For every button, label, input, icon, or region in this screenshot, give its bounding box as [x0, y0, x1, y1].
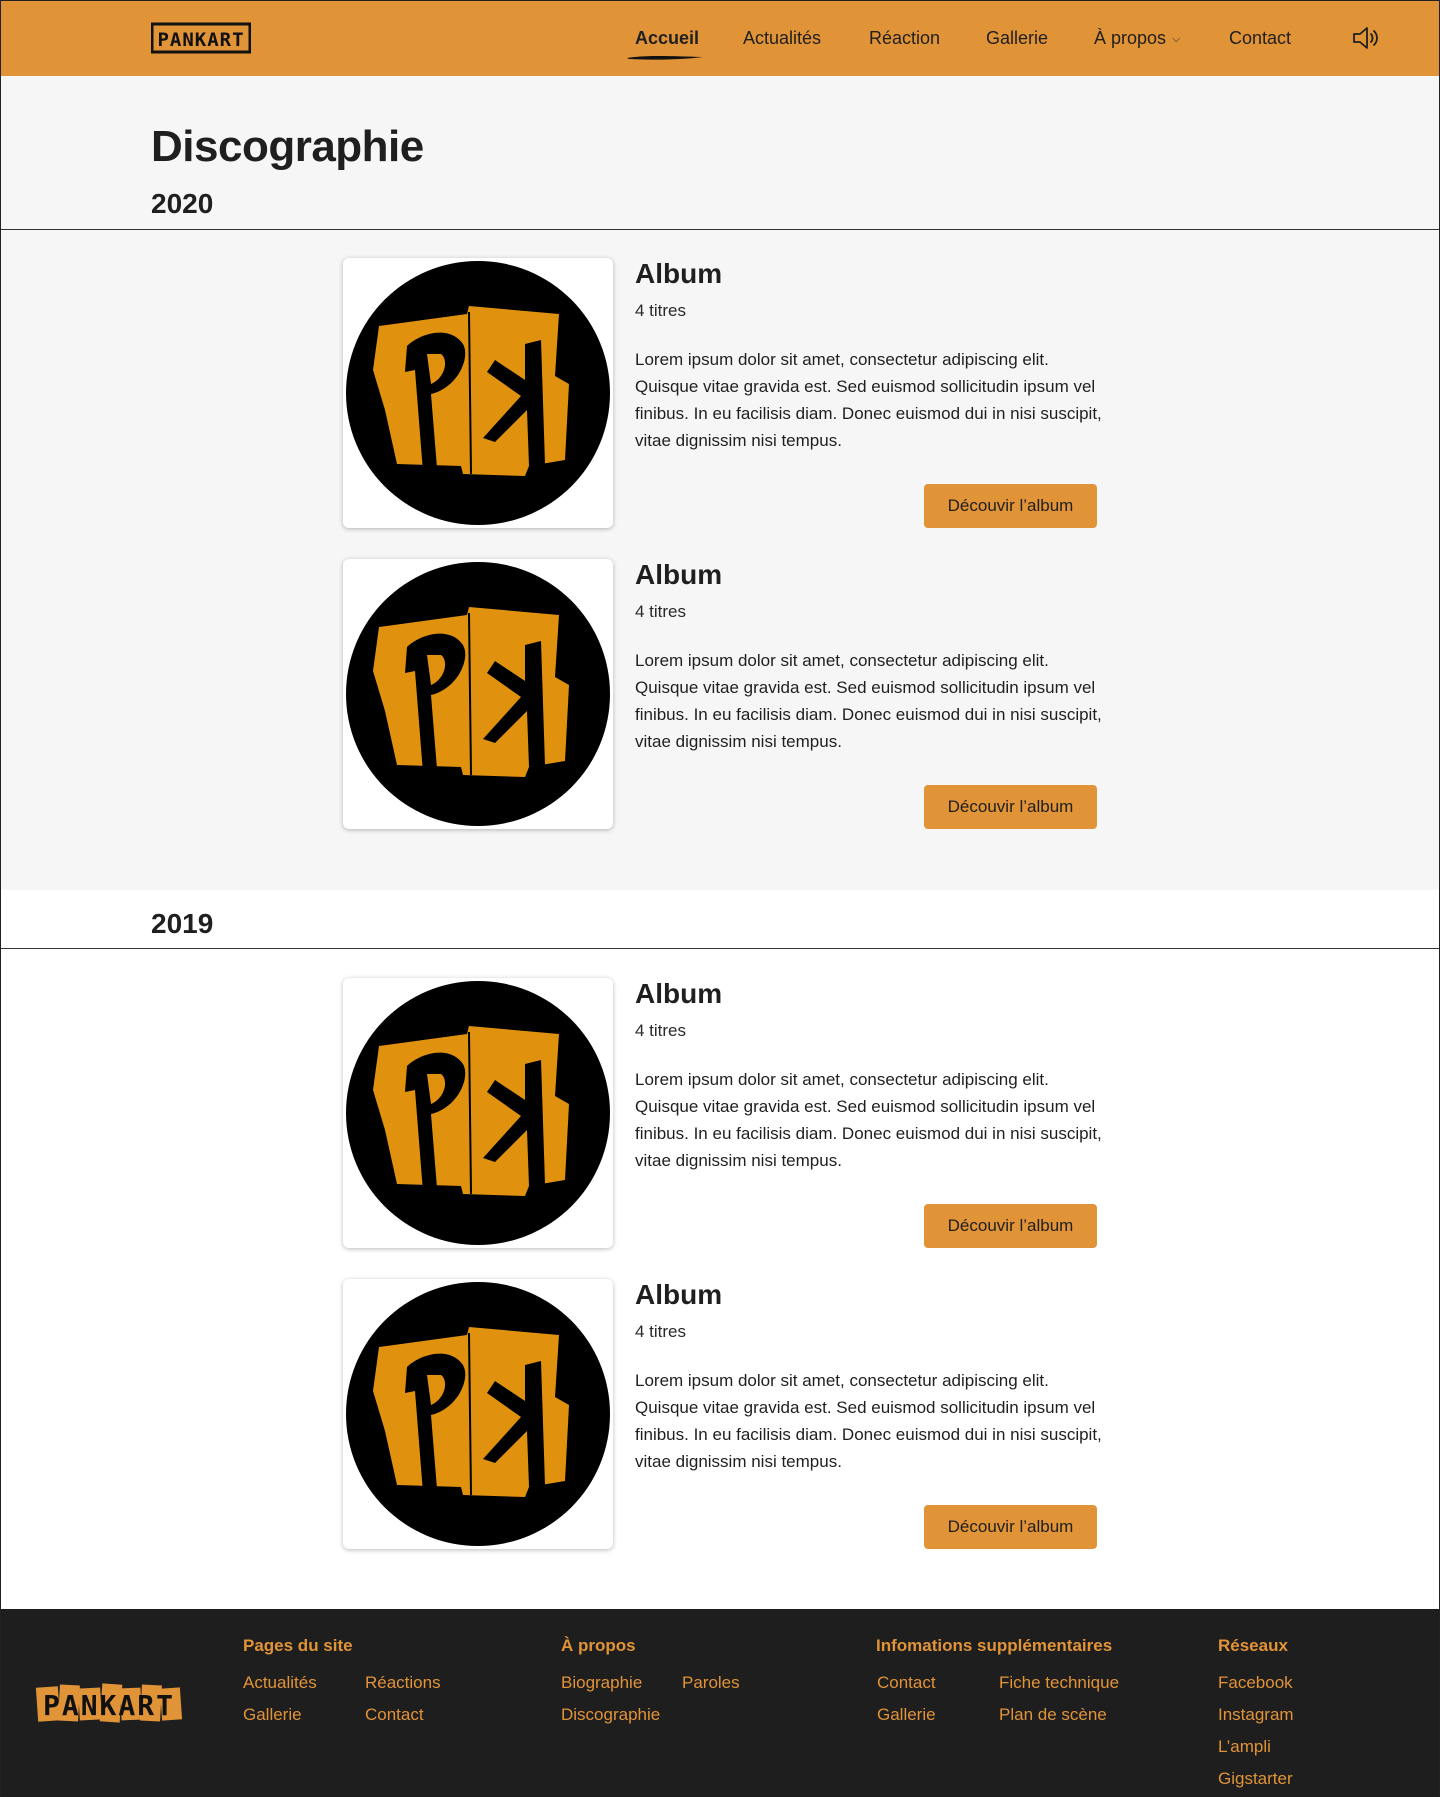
footer-link-gallerie-info[interactable]: Gallerie [877, 1705, 936, 1725]
footer-link-contact[interactable]: Contact [365, 1705, 424, 1725]
discover-album-button[interactable]: Découvir l’album [924, 785, 1097, 829]
footer-heading-a-propos: À propos [561, 1636, 636, 1655]
album-track-count: 4 titres [635, 602, 687, 621]
album-title: Album [635, 978, 723, 1009]
nav-link-actualites[interactable]: Actualités [743, 28, 821, 49]
album-description: Lorem ipsum dolor sit amet, consectetur … [635, 1070, 1102, 1170]
site-footer: Pages du site Actualités Réactions Galle… [1, 1609, 1439, 1797]
section-2020: Album 4 titres Lorem ipsum dolor sit ame… [1, 230, 1439, 890]
pk-logo-image [345, 1281, 611, 1547]
footer-link-discographie[interactable]: Discographie [561, 1705, 660, 1725]
page-title: Discographie [151, 122, 424, 171]
album-track-count: 4 titres [635, 301, 687, 320]
footer-link-reactions[interactable]: Réactions [365, 1673, 441, 1693]
year-heading-2019: 2019 [151, 908, 214, 939]
speaker-icon[interactable] [1352, 25, 1380, 51]
section-2019: Album 4 titres Lorem ipsum dolor sit ame… [1, 949, 1439, 1609]
footer-link-lampli[interactable]: L’ampli [1218, 1737, 1271, 1757]
album-description: Lorem ipsum dolor sit amet, consectetur … [635, 651, 1102, 751]
pk-logo-image [345, 980, 611, 1246]
footer-link-biographie[interactable]: Biographie [561, 1673, 642, 1693]
album-card: Album 4 titres Lorem ipsum dolor sit ame… [343, 559, 1102, 831]
main-nav: Accueil Actualités Réaction Gallerie À p… [1, 1, 1439, 76]
album-track-count: 4 titres [635, 1021, 687, 1040]
nav-a-propos-label: À propos [1094, 28, 1167, 48]
active-underline-brush [627, 56, 703, 60]
footer-link-facebook[interactable]: Facebook [1218, 1673, 1293, 1693]
nav-link-contact[interactable]: Contact [1229, 28, 1291, 49]
footer-link-fiche-technique[interactable]: Fiche technique [999, 1673, 1119, 1693]
footer-link-actualites[interactable]: Actualités [243, 1673, 317, 1693]
album-cover[interactable] [343, 559, 613, 829]
top-navbar: PANKART Accueil Actualités Réaction Gall… [1, 1, 1439, 76]
chevron-down-icon: ⌵ [1172, 33, 1181, 45]
nav-link-reaction[interactable]: Réaction [869, 28, 940, 49]
footer-link-gigstarter[interactable]: Gigstarter [1218, 1769, 1293, 1789]
discover-album-button[interactable]: Découvir l’album [924, 1505, 1097, 1549]
album-card: Album 4 titres Lorem ipsum dolor sit ame… [343, 978, 1102, 1250]
pk-logo-image [345, 561, 611, 827]
album-cover[interactable] [343, 978, 613, 1248]
year-heading-2020: 2020 [151, 188, 214, 219]
footer-link-instagram[interactable]: Instagram [1218, 1705, 1294, 1725]
nav-link-gallerie[interactable]: Gallerie [986, 28, 1048, 49]
footer-heading-pages: Pages du site [243, 1636, 353, 1655]
footer-heading-infos: Infomations supplémentaires [876, 1636, 1113, 1655]
footer-heading-reseaux: Réseaux [1218, 1636, 1288, 1655]
album-title: Album [635, 1279, 723, 1310]
album-description: Lorem ipsum dolor sit amet, consectetur … [635, 350, 1102, 450]
album-cover[interactable] [343, 258, 613, 528]
nav-link-a-propos[interactable]: À propos ⌵ [1094, 28, 1180, 49]
discover-album-button[interactable]: Découvir l’album [924, 484, 1097, 528]
album-description: Lorem ipsum dolor sit amet, consectetur … [635, 1371, 1102, 1471]
footer-link-contact-info[interactable]: Contact [877, 1673, 936, 1693]
album-title: Album [635, 559, 723, 590]
album-card: Album 4 titres Lorem ipsum dolor sit ame… [343, 1279, 1102, 1551]
footer-link-plan-de-scene[interactable]: Plan de scène [999, 1705, 1107, 1725]
discover-album-button[interactable]: Découvir l’album [924, 1204, 1097, 1248]
album-card: Album 4 titres Lorem ipsum dolor sit ame… [343, 258, 1102, 530]
nav-link-accueil[interactable]: Accueil [635, 28, 699, 49]
album-title: Album [635, 258, 723, 289]
album-track-count: 4 titres [635, 1322, 687, 1341]
album-cover[interactable] [343, 1279, 613, 1549]
pk-logo-image [345, 260, 611, 526]
footer-link-paroles[interactable]: Paroles [682, 1673, 740, 1693]
footer-link-gallerie[interactable]: Gallerie [243, 1705, 302, 1725]
pankart-footer-logo[interactable] [35, 1679, 183, 1729]
page-header: Discographie [1, 76, 1439, 229]
